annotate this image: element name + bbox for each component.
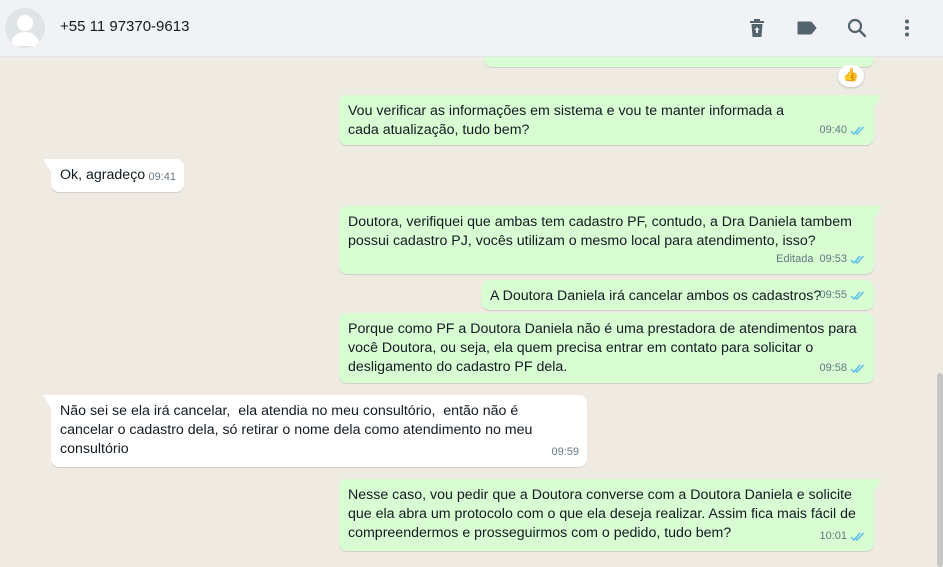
message-meta: 10:01: [819, 527, 866, 546]
message-text: Vou verificar as informações em sistema …: [348, 103, 789, 138]
message-time: 09:55: [819, 289, 847, 301]
message-time: 09:41: [148, 171, 176, 183]
search-icon[interactable]: [845, 16, 869, 40]
message-meta: 09:40: [819, 121, 866, 140]
message-text: Porque como PF a Doutora Daniela não é u…: [348, 321, 861, 375]
default-avatar-icon: [10, 15, 40, 46]
label-tag-icon[interactable]: [795, 16, 819, 40]
message-text: Nesse caso, vou pedir que a Doutora conv…: [348, 487, 860, 541]
contact-avatar[interactable]: [5, 8, 45, 48]
message-meta: 09:59: [551, 443, 579, 462]
message-bubble-incoming[interactable]: Ok, agradeço 09:41: [43, 159, 184, 192]
message-text: A Doutora Daniela irá cancelar ambos os …: [490, 288, 822, 304]
chat-scrollbar[interactable]: [937, 373, 943, 567]
message-time: 09:59: [551, 446, 579, 458]
message-bubble-outgoing[interactable]: Vou verificar as informações em sistema …: [339, 95, 882, 145]
chat-header: +55 11 97370-9613: [0, 0, 943, 57]
message-meta: 09:41: [148, 168, 176, 187]
edited-label: Editada: [776, 253, 814, 265]
read-receipt-icon: [850, 290, 866, 301]
more-vertical-icon[interactable]: [895, 16, 919, 40]
contact-name[interactable]: +55 11 97370-9613: [60, 18, 189, 35]
message-text: Doutora, verifiquei que ambas tem cadast…: [348, 214, 856, 249]
message-text: Não sei se ela irá cancelar, ela atendia…: [60, 403, 537, 457]
message-bubble-outgoing[interactable]: Nesse caso, vou pedir que a Doutora conv…: [339, 479, 882, 551]
message-time: 09:53: [819, 253, 847, 265]
message-bubble-outgoing[interactable]: A Doutora Daniela irá cancelar ambos os …: [481, 280, 874, 310]
reaction-badge[interactable]: 👍: [838, 65, 864, 87]
message-meta: 09:58: [819, 359, 866, 378]
message-list[interactable]: 👍 Vou verificar as informações em sistem…: [0, 57, 943, 567]
message-bubble-outgoing[interactable]: Porque como PF a Doutora Daniela não é u…: [339, 313, 874, 383]
message-meta: 09:55: [819, 286, 866, 305]
message-meta: Editada 09:53: [776, 250, 866, 269]
previous-message-partial[interactable]: [484, 57, 874, 67]
message-time: 09:40: [819, 124, 847, 136]
message-time: 09:58: [819, 362, 847, 374]
message-bubble-outgoing[interactable]: Doutora, verifiquei que ambas tem cadast…: [339, 206, 882, 274]
message-bubble-incoming[interactable]: Não sei se ela irá cancelar, ela atendia…: [43, 395, 587, 467]
message-time: 10:01: [819, 530, 847, 542]
read-receipt-icon: [850, 363, 866, 374]
read-receipt-icon: [850, 254, 866, 265]
read-receipt-icon: [850, 125, 866, 136]
trash-icon[interactable]: [745, 16, 769, 40]
read-receipt-icon: [850, 531, 866, 542]
